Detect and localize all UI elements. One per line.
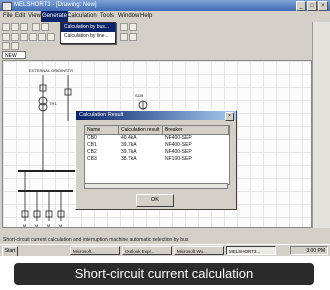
system-tray-clock: 3:00 PM bbox=[290, 246, 328, 255]
cell-breaker: NF400-SEP bbox=[165, 135, 192, 141]
paste-icon[interactable] bbox=[129, 23, 137, 31]
horizontal-scrollbar[interactable] bbox=[84, 183, 228, 189]
menu-calculation[interactable]: Calculation bbox=[66, 11, 98, 22]
close-icon[interactable]: × bbox=[318, 1, 328, 11]
menu-bar: File Edit View Generate Calculation Tool… bbox=[0, 11, 330, 22]
menu-generate[interactable]: Generate bbox=[41, 11, 69, 22]
application-screenshot: MELSHORT3 - [Drawing: New] _ □ × File Ed… bbox=[0, 0, 330, 256]
start-button[interactable]: Start bbox=[2, 246, 18, 256]
result-list-header: Name Calculation result Breaker bbox=[85, 126, 229, 135]
menu-item-calculation-by-bus[interactable]: Calculation by bus... bbox=[61, 23, 115, 32]
menu-item-calculation-by-line[interactable]: Calculation by line... bbox=[61, 32, 115, 41]
diagram-label: TR1 bbox=[49, 101, 57, 106]
taskbar-item[interactable]: Microsoft Wo... bbox=[174, 246, 224, 255]
taskbar: Start Microsoft... Outlook Expr... Micro… bbox=[0, 244, 330, 256]
right-side-panel bbox=[312, 22, 330, 228]
result-list: Name Calculation result Breaker CB0 40.4… bbox=[84, 125, 230, 185]
document-bar: NEW bbox=[0, 50, 330, 60]
menu-file[interactable]: File bbox=[2, 11, 14, 22]
cell-name: CB3 bbox=[87, 156, 97, 162]
result-row[interactable]: CB3 38.7kA NF100-SEP bbox=[85, 156, 229, 163]
result-row[interactable]: CB1 39.7kA NF400-SEP bbox=[85, 142, 229, 149]
open-file-icon[interactable] bbox=[11, 23, 19, 31]
motor-tool-icon[interactable] bbox=[38, 33, 46, 41]
ok-button[interactable]: OK bbox=[136, 194, 174, 207]
menu-view[interactable]: View bbox=[27, 11, 42, 22]
taskbar-item[interactable]: Microsoft... bbox=[70, 246, 120, 255]
print-icon[interactable] bbox=[32, 23, 40, 31]
cell-result: 40.4kA bbox=[121, 135, 137, 141]
new-file-icon[interactable] bbox=[2, 23, 10, 31]
app-icon bbox=[2, 2, 12, 11]
preview-icon[interactable] bbox=[41, 23, 49, 31]
diagram-label: M bbox=[47, 223, 50, 228]
transformer-tool-icon[interactable] bbox=[29, 33, 37, 41]
column-header-breaker[interactable]: Breaker bbox=[163, 126, 229, 134]
result-row[interactable]: CB2 39.7kA NF400-SEP bbox=[85, 149, 229, 156]
zoom-in-icon[interactable] bbox=[120, 33, 128, 41]
cell-name: CB0 bbox=[87, 135, 97, 141]
main-toolbar bbox=[0, 22, 330, 32]
diagram-label: INSTR bbox=[61, 68, 73, 73]
menu-edit[interactable]: Edit bbox=[14, 11, 26, 22]
cell-breaker: NF400-SEP bbox=[165, 142, 192, 148]
cell-result: 39.7kA bbox=[121, 142, 137, 148]
zoom-out-icon[interactable] bbox=[129, 33, 137, 41]
window-controls: _ □ × bbox=[296, 1, 328, 11]
result-row[interactable]: CB0 40.4kA NF400-SEP bbox=[85, 135, 229, 142]
dialog-title: Calculation Result bbox=[76, 111, 236, 120]
dialog-close-icon[interactable]: × bbox=[225, 112, 234, 121]
diagram-label: M bbox=[59, 223, 62, 228]
diagram-label: EXTERNAL GRID bbox=[29, 68, 61, 73]
taskbar-item-active[interactable]: MELSHORT3... bbox=[226, 246, 276, 255]
cell-name: CB2 bbox=[87, 149, 97, 155]
line-tool-icon[interactable] bbox=[11, 33, 19, 41]
taskbar-item[interactable]: Outlook Expr... bbox=[122, 246, 172, 255]
menu-tools[interactable]: Tools bbox=[99, 11, 115, 22]
grid-icon[interactable] bbox=[2, 42, 10, 50]
status-bar: Short-circuit current calculation and in… bbox=[3, 237, 189, 243]
cell-name: CB1 bbox=[87, 142, 97, 148]
calculation-result-dialog: Calculation Result × Name Calculation re… bbox=[75, 110, 237, 210]
window-title: MELSHORT3 - [Drawing: New] bbox=[14, 2, 97, 8]
cell-breaker: NF100-SEP bbox=[165, 156, 192, 162]
caption-banner: Short-circuit current calculation bbox=[14, 263, 314, 285]
title-bar: MELSHORT3 - [Drawing: New] _ □ × bbox=[0, 0, 330, 11]
minimize-icon[interactable]: _ bbox=[296, 1, 306, 11]
menu-window[interactable]: Window bbox=[117, 11, 140, 22]
breaker-tool-icon[interactable] bbox=[20, 33, 28, 41]
document-tab[interactable]: NEW bbox=[2, 51, 26, 59]
select-tool-icon[interactable] bbox=[2, 33, 10, 41]
calculation-dropdown: Calculation by bus... Calculation by lin… bbox=[60, 22, 116, 44]
maximize-icon[interactable]: □ bbox=[307, 1, 317, 11]
diagram-label: M bbox=[35, 223, 38, 228]
save-icon[interactable] bbox=[20, 23, 28, 31]
cell-result: 38.7kA bbox=[121, 156, 137, 162]
menu-help[interactable]: Help bbox=[139, 11, 153, 22]
bus-tool-icon[interactable] bbox=[47, 33, 55, 41]
cell-breaker: NF400-SEP bbox=[165, 149, 192, 155]
cell-result: 39.7kA bbox=[121, 149, 137, 155]
column-header-result[interactable]: Calculation result bbox=[119, 126, 163, 134]
copy-icon[interactable] bbox=[120, 23, 128, 31]
snap-icon[interactable] bbox=[11, 42, 19, 50]
diagram-label: SUB bbox=[135, 93, 144, 98]
column-header-name[interactable]: Name bbox=[85, 126, 119, 134]
diagram-label: M bbox=[23, 223, 26, 228]
